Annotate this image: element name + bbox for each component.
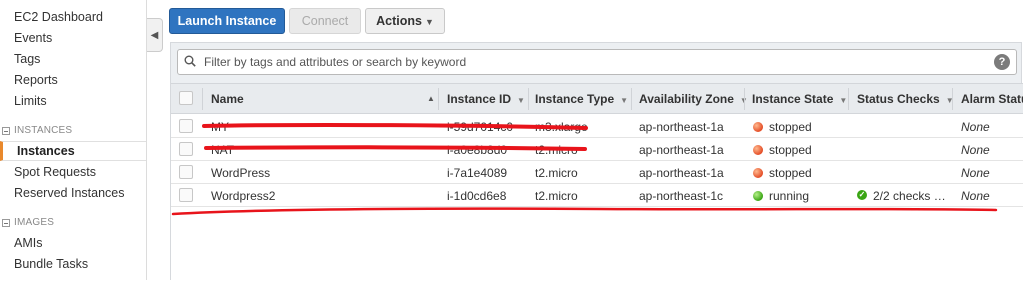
search-icon (184, 55, 196, 67)
column-divider (202, 88, 203, 110)
nav-amis[interactable]: AMIs (14, 236, 42, 250)
instances-table: Name ▲ Instance ID ▼ Instance Type ▼ Avail… (171, 83, 1023, 281)
nav-reports[interactable]: Reports (14, 73, 58, 87)
column-header-label: Instance ID (447, 92, 512, 106)
cell-instance-state: stopped (769, 166, 812, 180)
cell-instance-id: i-59d7014c0 (447, 120, 514, 134)
column-divider (744, 88, 745, 110)
column-header-instance-state[interactable]: Instance State ▼ (752, 92, 847, 106)
search-placeholder: Filter by tags and attributes or search … (204, 55, 467, 69)
cell-instance-type: t2.micro (535, 189, 578, 203)
table-row[interactable]: NAT i-a0e8b8d0 t2.micro ap-northeast-1a … (171, 138, 1023, 161)
cell-instance-id: i-7a1e4089 (447, 166, 508, 180)
cell-instance-type: t2.micro (535, 166, 578, 180)
collapse-section-icon[interactable] (2, 218, 10, 227)
nav-instances-label: Instances (17, 144, 75, 158)
instances-panel: Filter by tags and attributes or search … (170, 42, 1023, 281)
cell-availability-zone: ap-northeast-1a (639, 120, 724, 134)
row-checkbox[interactable] (179, 142, 193, 156)
cell-alarm-status: None (961, 166, 990, 180)
toolbar: Launch Instance Connect Actions ▼ (166, 0, 1024, 42)
column-header-status-checks[interactable]: Status Checks ▼ (857, 92, 954, 106)
stopped-status-icon (753, 168, 763, 178)
table-row[interactable]: Wordpress2 i-1d0cd6e8 t2.micro ap-northe… (171, 184, 1023, 207)
sort-icon: ▼ (517, 96, 525, 105)
help-icon[interactable]: ? (994, 54, 1010, 70)
cell-availability-zone: ap-northeast-1a (639, 143, 724, 157)
table-row[interactable]: WordPress i-7a1e4089 t2.micro ap-northea… (171, 161, 1023, 184)
cell-instance-id: i-1d0cd6e8 (447, 189, 507, 203)
sidebar: EC2 Dashboard Events Tags Reports Limits… (0, 0, 147, 280)
cell-alarm-status: None (961, 189, 990, 203)
row-checkbox[interactable] (179, 165, 193, 179)
column-divider (848, 88, 849, 110)
column-header-name[interactable]: Name (211, 92, 244, 106)
cell-name: NAT (211, 143, 235, 157)
select-all-checkbox[interactable] (179, 91, 193, 105)
cell-alarm-status: None (961, 143, 990, 157)
table-header: Name ▲ Instance ID ▼ Instance Type ▼ Avail… (171, 83, 1023, 114)
nav-ec2-dashboard[interactable]: EC2 Dashboard (14, 10, 103, 24)
chevron-left-icon: ◀ (150, 30, 159, 41)
column-header-label: Availability Zone (639, 92, 734, 106)
section-images-label: IMAGES (14, 217, 55, 228)
table-row[interactable]: MY i-59d7014c0 m3.xlarge ap-northeast-1a… (171, 115, 1023, 138)
cell-instance-id: i-a0e8b8d0 (447, 143, 508, 157)
stopped-status-icon (753, 122, 763, 132)
column-header-label: Instance State (752, 92, 834, 106)
column-header-availability-zone[interactable]: Availability Zone▼ (639, 92, 748, 106)
column-header-label: Name (211, 92, 244, 106)
column-divider (438, 88, 439, 110)
section-instances-label: INSTANCES (14, 125, 73, 136)
nav-bundle-tasks[interactable]: Bundle Tasks (14, 257, 88, 271)
cell-status-checks[interactable]: 2/2 checks … (873, 189, 946, 203)
main-content: Launch Instance Connect Actions ▼ Filter … (166, 0, 1024, 281)
connect-button: Connect (289, 8, 361, 34)
column-header-instance-type[interactable]: Instance Type ▼ (535, 92, 628, 106)
row-checkbox[interactable] (179, 188, 193, 202)
cell-alarm-status: None (961, 120, 990, 134)
section-instances[interactable]: INSTANCES (2, 125, 72, 136)
nav-spot-requests[interactable]: Spot Requests (14, 165, 96, 179)
cell-instance-state: stopped (769, 143, 812, 157)
nav-instances[interactable]: Instances (0, 141, 146, 161)
cell-name: MY (211, 120, 229, 134)
sort-icon: ▼ (620, 96, 629, 105)
nav-reserved-instances[interactable]: Reserved Instances (14, 186, 124, 200)
cell-availability-zone: ap-northeast-1c (639, 189, 724, 203)
collapse-section-icon[interactable] (2, 126, 10, 135)
launch-instance-button[interactable]: Launch Instance (169, 8, 285, 34)
column-divider (528, 88, 529, 110)
stopped-status-icon (753, 145, 763, 155)
sort-icon: ▼ (839, 96, 848, 105)
search-input[interactable]: Filter by tags and attributes or search … (177, 49, 1017, 75)
cell-instance-type: t2.micro (535, 143, 578, 157)
check-icon: ✓ (857, 190, 867, 200)
actions-button[interactable]: Actions ▼ (365, 8, 445, 34)
cell-instance-state: running (769, 189, 810, 203)
column-header-alarm-status[interactable]: Alarm Status (961, 92, 1023, 106)
cell-name: Wordpress2 (211, 189, 276, 203)
sort-ascending-icon[interactable]: ▲ (427, 94, 435, 103)
column-header-label: Alarm Status (961, 92, 1023, 106)
cell-availability-zone: ap-northeast-1a (639, 166, 724, 180)
column-header-label: Instance Type (535, 92, 615, 106)
running-status-icon (753, 191, 763, 201)
nav-tags[interactable]: Tags (14, 52, 40, 66)
column-divider (631, 88, 632, 110)
row-checkbox[interactable] (179, 119, 193, 133)
chevron-down-icon: ▼ (424, 17, 434, 27)
column-header-label: Status Checks (857, 92, 940, 106)
nav-limits[interactable]: Limits (14, 94, 47, 108)
column-divider (952, 88, 953, 110)
collapse-sidebar-button[interactable]: ◀ (147, 18, 163, 52)
nav-events[interactable]: Events (14, 31, 52, 45)
actions-label: Actions (376, 14, 422, 28)
cell-instance-state: stopped (769, 120, 812, 134)
cell-name: WordPress (211, 166, 271, 180)
section-images[interactable]: IMAGES (2, 217, 54, 228)
cell-instance-type: m3.xlarge (535, 120, 588, 134)
column-header-instance-id[interactable]: Instance ID ▼ (447, 92, 525, 106)
